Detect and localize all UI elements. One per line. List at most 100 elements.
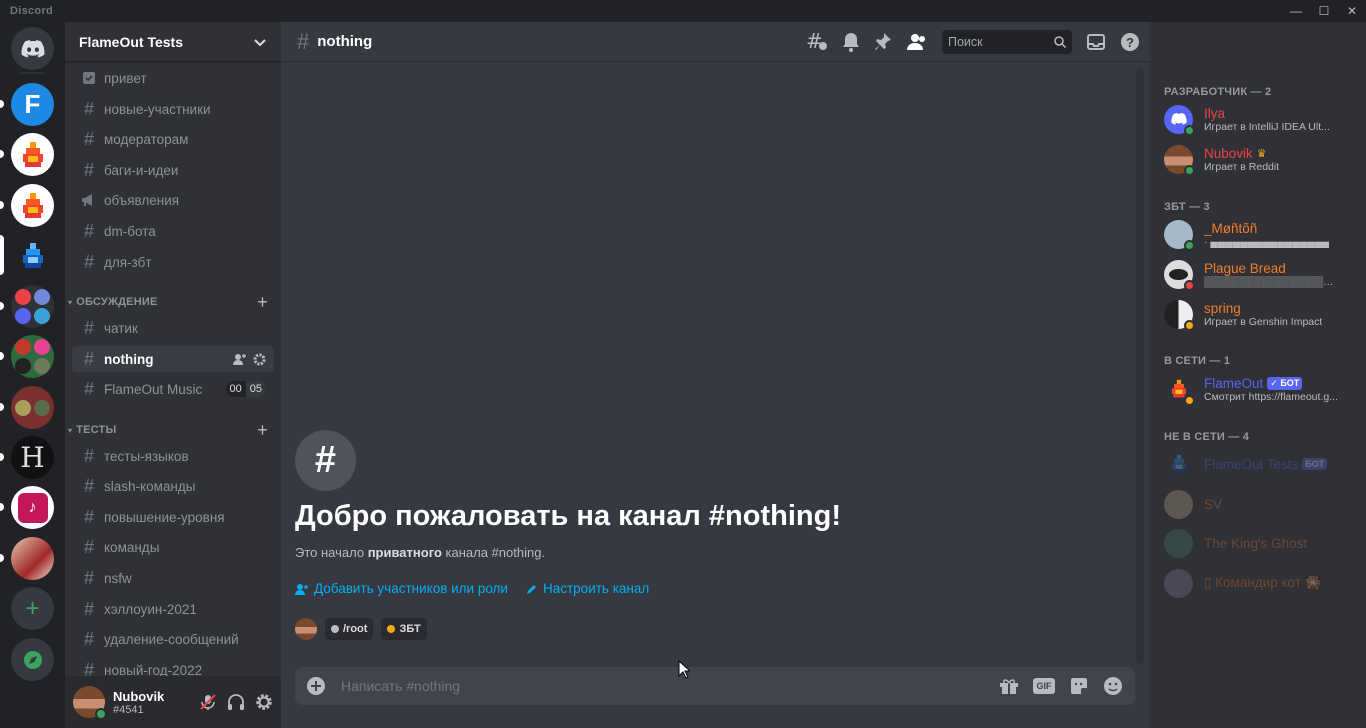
channel-label: команды [104, 539, 160, 555]
gear-icon[interactable] [253, 353, 266, 366]
channel-label: FlameOut Music [104, 381, 203, 397]
channel-novye-uchastniki[interactable]: # новые-участники [72, 96, 274, 122]
member-spring[interactable]: spring Играет в Genshin Impact [1164, 297, 1360, 331]
member-kings-ghost[interactable]: The King's Ghost [1164, 526, 1360, 560]
avatar [1164, 489, 1193, 519]
chevron-down-icon: ▾ [68, 297, 73, 307]
channel-halloween-2021[interactable]: # хэллоуин-2021 [72, 596, 274, 622]
close-icon[interactable]: ✕ [1338, 0, 1366, 22]
member-plague-bread[interactable]: Plague Bread ▒▒▒▒▒▒▒▒▒▒▒▒▒▒▒▒▒▒▒▒▒▒ [1164, 257, 1360, 291]
welcome-sub-suffix: канала #nothing. [441, 545, 546, 560]
message-input[interactable]: Написать #nothing GIF [295, 667, 1135, 705]
member-nubovik[interactable]: Nubovik ♛ Играет в Reddit [1164, 142, 1360, 176]
avatar [1164, 528, 1193, 558]
member-komandir-kot[interactable]: ▯ Командир кот 🎇 [1164, 566, 1360, 600]
role-label: ЗБТ [399, 623, 421, 635]
server-folder-3[interactable] [11, 386, 54, 429]
attach-plus-icon[interactable] [307, 677, 325, 695]
channel-slash-komandy[interactable]: # slash-команды [72, 473, 274, 499]
gift-icon[interactable] [999, 677, 1019, 695]
user-panel: Nubovik #4541 [65, 676, 281, 728]
member-ilya[interactable]: Ilya Играет в IntelliJ IDEA Ult... [1164, 102, 1360, 136]
channel-privet[interactable]: привет [72, 65, 274, 91]
member-flameout-tests-bot[interactable]: FlameOut Tests БОТ [1164, 447, 1360, 481]
channel-chatik[interactable]: # чатик [72, 315, 274, 341]
server-folder-1[interactable] [11, 285, 54, 328]
category-tests[interactable]: ▾ ТЕСТЫ + [68, 420, 278, 441]
channel-testy-yazykov[interactable]: # тесты-языков [72, 443, 274, 469]
bot-badge: ✓ БОТ [1267, 376, 1303, 390]
mute-mic-icon[interactable] [199, 693, 217, 711]
server-icon-flameout-tests[interactable] [11, 234, 54, 277]
add-members-button[interactable]: Добавить участников или роли [295, 581, 508, 596]
channel-label: объявления [104, 192, 180, 208]
channel-flameout-music[interactable]: # FlameOut Music 00 05 [72, 376, 274, 402]
sticker-icon[interactable] [1069, 676, 1089, 696]
chevron-down-icon: ▾ [68, 425, 73, 435]
settings-gear-icon[interactable] [255, 693, 273, 711]
member-monton[interactable]: _Møñtõñ · ▄▄▄▄▄▄▄▄▄▄▄▄▄▄▄▄ [1164, 217, 1360, 251]
home-button[interactable] [11, 27, 54, 70]
minimize-icon[interactable]: — [1282, 0, 1310, 22]
create-channel-icon[interactable]: + [257, 292, 268, 313]
server-folder-2[interactable] [11, 335, 54, 378]
server-icon-anime[interactable] [11, 537, 54, 580]
channel-moderatoram[interactable]: # модераторам [72, 126, 274, 152]
hash-icon: # [83, 598, 94, 619]
channel-nothing[interactable]: # nothing [72, 346, 274, 372]
channel-title: nothing [317, 33, 373, 50]
pin-icon[interactable] [874, 32, 892, 52]
welcome-sub-bold: приватного [367, 545, 442, 560]
hash-icon: # [83, 159, 94, 180]
channel-obyavleniya[interactable]: объявления [72, 187, 274, 213]
avatar [1164, 219, 1195, 251]
edit-channel-label: Настроить канал [542, 581, 650, 596]
welcome-title: Добро пожаловать на канал #nothing! [295, 500, 841, 532]
search-input[interactable]: Поиск [942, 30, 1072, 54]
role-tag-zbt[interactable]: ЗБТ [381, 618, 427, 640]
member-list-icon[interactable] [906, 32, 928, 52]
unread-pill [0, 100, 4, 108]
category-discussion[interactable]: ▾ ОБСУЖДЕНИЕ + [68, 292, 278, 313]
bot-badge: БОТ [1302, 458, 1328, 470]
avatar[interactable] [73, 686, 107, 720]
channel-povyshenie-urovnya[interactable]: # повышение-уровня [72, 504, 274, 530]
plus-icon: + [25, 594, 40, 622]
role-tag-root[interactable]: /root [325, 618, 374, 640]
help-icon[interactable]: ? [1120, 32, 1140, 52]
notification-bell-icon[interactable] [842, 32, 860, 52]
headphones-icon[interactable] [227, 693, 245, 711]
invite-icon[interactable] [233, 353, 247, 365]
channel-komandy[interactable]: # команды [72, 534, 274, 560]
selected-pill [0, 235, 4, 275]
hash-locked-icon: # [83, 348, 94, 369]
emoji-icon[interactable] [1103, 676, 1123, 696]
server-icon-h[interactable]: H [11, 436, 54, 479]
member-sv[interactable]: SV [1164, 487, 1360, 521]
server-icon-f[interactable]: F [11, 83, 54, 126]
scrollbar[interactable] [1136, 68, 1144, 664]
channel-nsfw[interactable]: # nsfw [72, 565, 274, 591]
server-icon-fire-1[interactable] [11, 133, 54, 176]
server-icon-music[interactable]: ♪ [11, 486, 54, 529]
gif-icon[interactable]: GIF [1033, 678, 1055, 694]
threads-icon[interactable]: # [806, 32, 828, 52]
channel-dlya-zbt[interactable]: # для-збт [72, 249, 274, 275]
edit-channel-button[interactable]: Настроить канал [526, 581, 649, 596]
explore-servers-button[interactable] [11, 638, 54, 681]
maximize-icon[interactable]: ☐ [1310, 0, 1338, 22]
channel-bagi-i-idei[interactable]: # баги-и-идеи [72, 157, 274, 183]
channel-udalenie-soobshcheniy[interactable]: # удаление-сообщений [72, 626, 274, 652]
create-channel-icon[interactable]: + [257, 420, 268, 441]
member-flameout-bot[interactable]: FlameOut ✓ БОТ Смотрит https://flameout.g… [1164, 372, 1360, 406]
server-icon-fire-2[interactable] [11, 184, 54, 227]
avatar[interactable] [295, 618, 317, 640]
inbox-icon[interactable] [1086, 32, 1106, 52]
server-header[interactable]: FlameOut Tests [65, 22, 281, 62]
member-group-header: ЗБТ — 3 [1164, 201, 1210, 213]
member-name: FlameOut Tests [1204, 456, 1299, 472]
server-name: FlameOut Tests [79, 33, 183, 50]
channel-dm-bota[interactable]: # dm-бота [72, 218, 274, 244]
unread-pill [0, 150, 4, 158]
add-server-button[interactable]: + [11, 587, 54, 630]
